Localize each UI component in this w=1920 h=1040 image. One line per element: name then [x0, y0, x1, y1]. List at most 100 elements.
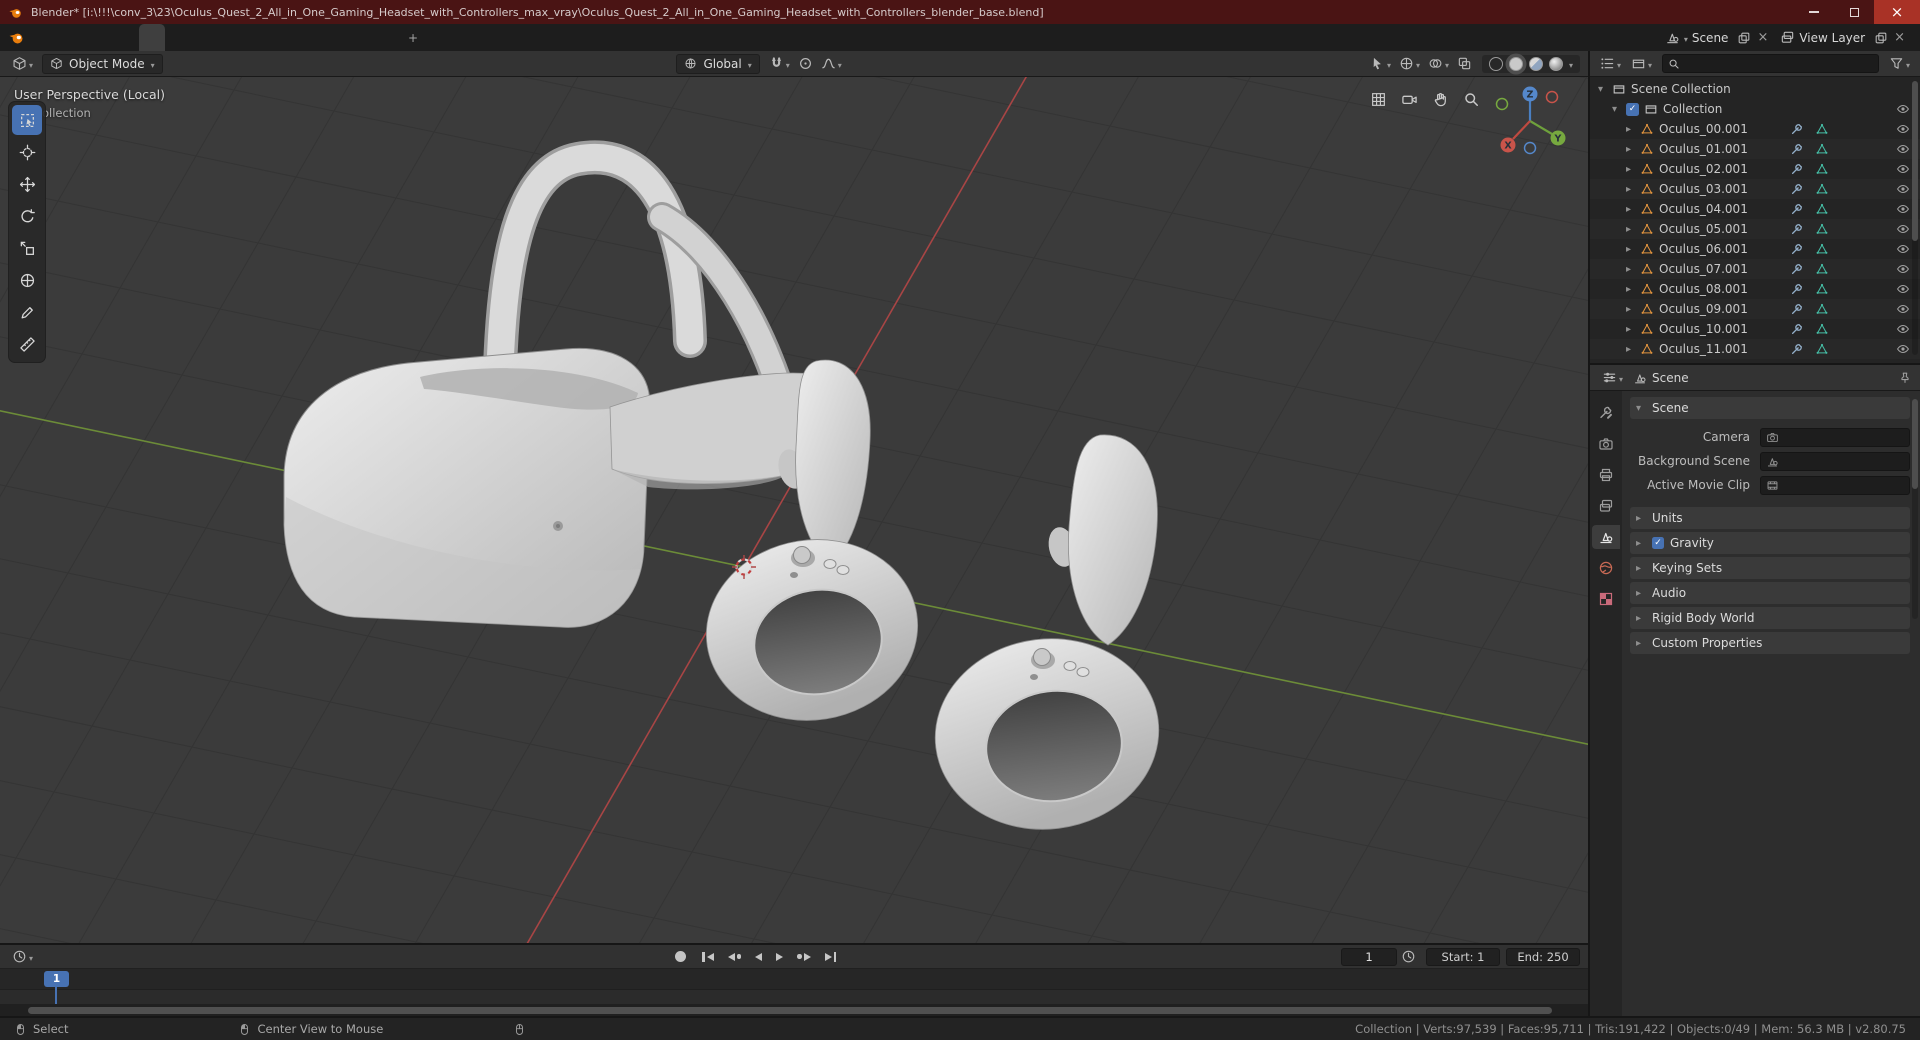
add-workspace-button[interactable]: + [399, 31, 427, 45]
outliner-search[interactable] [1662, 54, 1879, 73]
modifier-wrench-icon[interactable] [1790, 162, 1804, 176]
expand-caret-icon[interactable] [1626, 124, 1640, 135]
mesh-data-icon[interactable] [1815, 142, 1829, 156]
orientation-gizmo[interactable]: Z Y X [1492, 81, 1572, 165]
hide-eye-icon[interactable] [1896, 202, 1910, 216]
modifier-wrench-icon[interactable] [1790, 202, 1804, 216]
shading-wireframe-button[interactable] [1488, 56, 1503, 71]
collapse-caret-icon[interactable] [1598, 84, 1612, 95]
workspace-tab[interactable] [347, 24, 373, 51]
timeline-menu-item[interactable] [91, 945, 109, 968]
mesh-data-icon[interactable] [1815, 242, 1829, 256]
blender-menu-icon[interactable] [8, 29, 25, 46]
mesh-data-icon[interactable] [1815, 262, 1829, 276]
outliner-object-row[interactable]: Oculus_02.001 [1590, 159, 1920, 179]
workspace-tab[interactable] [295, 24, 321, 51]
xray-toggle[interactable] [1453, 54, 1476, 73]
gizmos-dropdown[interactable] [1395, 54, 1424, 73]
section-header[interactable]: Keying Sets [1630, 557, 1910, 579]
hide-eye-icon[interactable] [1896, 342, 1910, 356]
tool-button[interactable] [12, 169, 42, 199]
hide-eye-icon[interactable] [1896, 302, 1910, 316]
hide-eye-icon[interactable] [1896, 122, 1910, 136]
frame-end-field[interactable]: End: 250 [1506, 947, 1580, 966]
hide-eye-icon[interactable] [1896, 322, 1910, 336]
menu-item[interactable] [69, 24, 89, 51]
selectability-dropdown[interactable] [1366, 54, 1395, 73]
play-reverse-button[interactable] [749, 950, 768, 964]
modifier-wrench-icon[interactable] [1790, 282, 1804, 296]
axis-negz-ball[interactable] [1523, 141, 1537, 155]
hide-eye-icon[interactable] [1896, 282, 1910, 296]
expand-caret-icon[interactable] [1626, 324, 1640, 335]
hide-eye-icon[interactable] [1896, 242, 1910, 256]
modifier-wrench-icon[interactable] [1790, 302, 1804, 316]
outliner-display-mode-button[interactable] [1627, 54, 1656, 73]
expand-caret-icon[interactable] [1626, 304, 1640, 315]
viewport-canvas[interactable] [0, 77, 1588, 943]
field-input[interactable] [1760, 427, 1910, 447]
outliner-search-input[interactable] [1684, 56, 1873, 71]
field-input[interactable] [1760, 475, 1910, 495]
hide-eye-icon[interactable] [1896, 262, 1910, 276]
view-control-button[interactable] [1401, 91, 1418, 108]
scene-selector[interactable]: Scene [1659, 28, 1735, 47]
preview-range-toggle[interactable] [1397, 947, 1420, 966]
mesh-data-icon[interactable] [1815, 122, 1829, 136]
outliner-object-row[interactable]: Oculus_07.001 [1590, 259, 1920, 279]
workspace-tab[interactable] [139, 24, 165, 51]
mesh-data-icon[interactable] [1815, 222, 1829, 236]
outliner-row-scene-collection[interactable]: Scene Collection [1590, 79, 1920, 99]
mode-dropdown[interactable]: Object Mode [42, 53, 163, 74]
viewport-menu-item[interactable] [228, 51, 248, 76]
outliner-filter-button[interactable] [1885, 54, 1914, 73]
outliner-object-row[interactable]: Oculus_05.001 [1590, 219, 1920, 239]
axis-negx-ball[interactable] [1545, 90, 1559, 104]
modifier-wrench-icon[interactable] [1790, 262, 1804, 276]
falloff-dropdown[interactable] [817, 54, 846, 73]
outliner-object-row[interactable]: Oculus_06.001 [1590, 239, 1920, 259]
viewport-menu-item[interactable] [208, 51, 228, 76]
properties-editor-button[interactable] [1598, 368, 1627, 387]
tool-button[interactable] [12, 329, 42, 359]
auto-keyframe-toggle[interactable] [675, 951, 687, 962]
viewport-menu-item[interactable] [188, 51, 208, 76]
shading-material-button[interactable] [1528, 56, 1543, 71]
shading-dropdown-caret-icon[interactable] [1569, 57, 1573, 71]
properties-tab[interactable] [1592, 587, 1620, 611]
scene-section-header[interactable]: Scene [1630, 397, 1910, 419]
expand-caret-icon[interactable] [1626, 344, 1640, 355]
view-control-button[interactable] [1432, 91, 1449, 108]
hide-eye-icon[interactable] [1896, 142, 1910, 156]
menu-item[interactable] [109, 24, 129, 51]
next-keyframe-button[interactable] [791, 950, 817, 964]
properties-tab[interactable] [1592, 525, 1620, 549]
menu-item[interactable] [29, 24, 49, 51]
timeline-menu-item[interactable] [37, 945, 55, 968]
menu-item[interactable] [89, 24, 109, 51]
properties-tab[interactable] [1592, 463, 1620, 487]
modifier-wrench-icon[interactable] [1790, 142, 1804, 156]
collapse-caret-icon[interactable] [1612, 104, 1626, 115]
overlays-dropdown[interactable] [1424, 54, 1453, 73]
tool-button[interactable] [12, 265, 42, 295]
outliner-object-row[interactable]: Oculus_01.001 [1590, 139, 1920, 159]
close-button[interactable] [1874, 0, 1920, 24]
workspace-tab[interactable] [165, 24, 191, 51]
new-view-layer-button[interactable] [1874, 31, 1888, 45]
timeline-ruler[interactable] [0, 969, 1588, 990]
view-control-button[interactable] [1463, 91, 1480, 108]
current-frame-field[interactable]: 1 [1341, 947, 1397, 966]
timeline-menu-item[interactable] [73, 945, 91, 968]
expand-caret-icon[interactable] [1626, 244, 1640, 255]
section-header[interactable]: Custom Properties [1630, 632, 1910, 654]
expand-caret-icon[interactable] [1626, 264, 1640, 275]
mesh-data-icon[interactable] [1815, 162, 1829, 176]
editor-type-button[interactable] [8, 54, 37, 73]
view-layer-selector[interactable]: View Layer [1774, 28, 1871, 47]
modifier-wrench-icon[interactable] [1790, 222, 1804, 236]
menu-item[interactable] [49, 24, 69, 51]
shading-solid-button[interactable] [1508, 56, 1523, 71]
section-checkbox[interactable] [1652, 537, 1664, 549]
timeline-menu-item[interactable] [55, 945, 73, 968]
